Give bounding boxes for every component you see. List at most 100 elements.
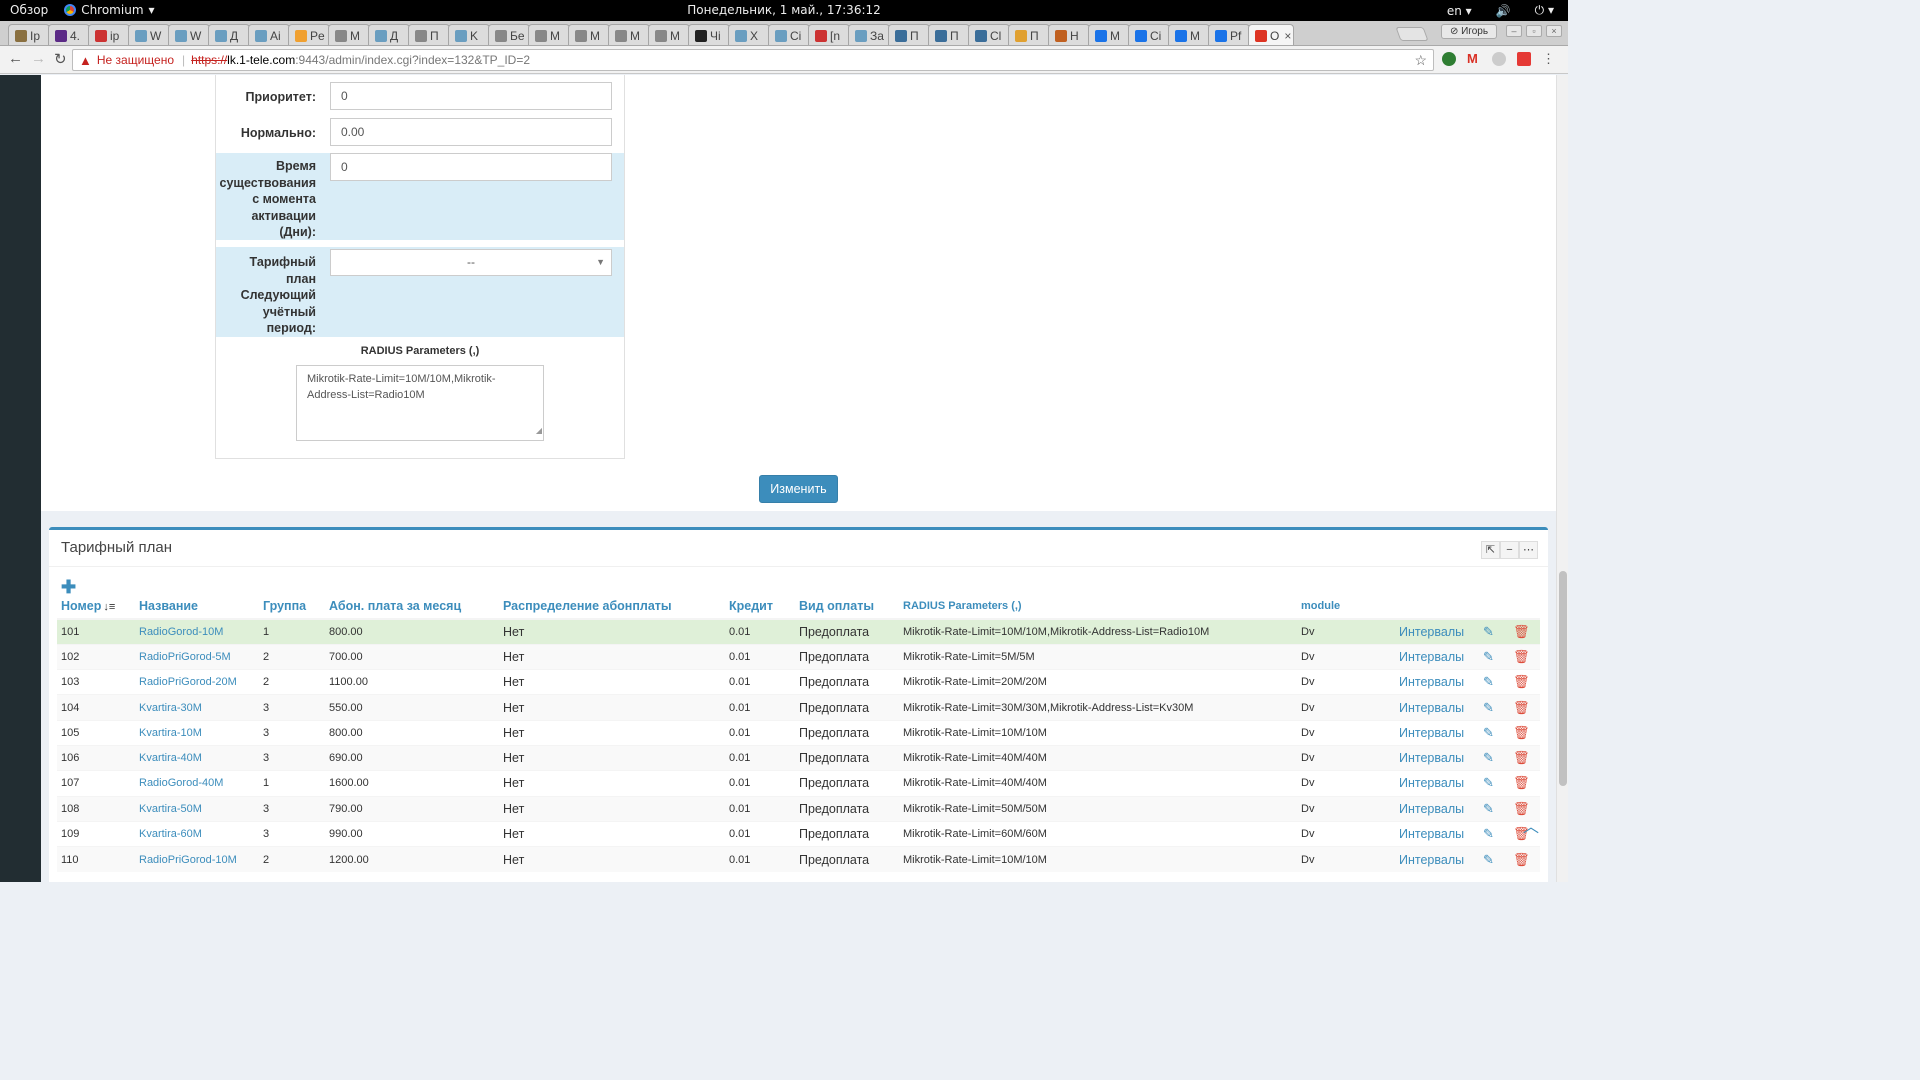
intervals-link[interactable]: Интервалы [1395,770,1479,797]
intervals-link[interactable]: Интервалы [1395,643,1479,670]
browser-tab[interactable]: П [928,24,970,45]
edit-pencil-icon[interactable]: ✎ [1483,649,1494,664]
tariff-name-link[interactable]: Kvartira-30M [135,694,259,721]
edit-pencil-icon[interactable]: ✎ [1483,801,1494,816]
bookmark-star-icon[interactable]: ☆ [1414,52,1427,69]
export-icon[interactable]: ⇱ [1481,541,1500,559]
browser-tab[interactable]: [n [808,24,850,45]
col-module[interactable]: module [1297,594,1395,620]
forward-arrow-icon[interactable]: → [31,50,46,67]
browser-tab[interactable]: K [448,24,490,45]
extension-green-icon[interactable] [1442,52,1456,66]
delete-trash-icon[interactable]: 🗑 [1513,750,1530,765]
delete-trash-icon[interactable]: 🗑 [1513,649,1530,664]
browser-tab[interactable]: Ip [8,24,50,45]
edit-pencil-icon[interactable]: ✎ [1483,775,1494,790]
col-distribution[interactable]: Распределение абонплаты [499,594,725,620]
edit-pencil-icon[interactable]: ✎ [1483,750,1494,765]
tariff-name-link[interactable]: RadioGorod-40M [135,770,259,797]
change-button[interactable]: Изменить [759,475,838,503]
intervals-link[interactable]: Интервалы [1395,820,1479,847]
normal-input[interactable]: 0.00 [330,118,612,146]
intervals-link[interactable]: Интервалы [1395,795,1479,822]
tariff-name-link[interactable]: Kvartira-10M [135,719,259,746]
edit-pencil-icon[interactable]: ✎ [1483,852,1494,867]
address-bar[interactable]: ▲ Не защищено | https:// lk.1-tele.com :… [72,49,1434,71]
close-tab-icon[interactable]: × [1284,29,1291,43]
browser-tab[interactable]: Pf [1208,24,1250,45]
browser-tab[interactable]: M [568,24,610,45]
browser-tab[interactable]: Д [208,24,250,45]
radius-params-textarea[interactable]: Mikrotik-Rate-Limit=10M/10M,Mikrotik-Add… [296,365,544,441]
close-window-button[interactable]: × [1546,25,1562,37]
reload-icon[interactable]: ↻ [54,50,67,68]
tariff-name-link[interactable]: Kvartira-40M [135,744,259,771]
page-scrollbar[interactable] [1556,75,1568,882]
intervals-link[interactable]: Интервалы [1395,669,1479,695]
col-radius[interactable]: RADIUS Parameters (,) [899,594,1297,620]
profile-button[interactable]: ⊘ Игорь [1441,24,1497,39]
browser-tab[interactable]: Н [1048,24,1090,45]
browser-tab[interactable]: M [1168,24,1210,45]
notification-extension-icon[interactable] [1517,52,1531,66]
browser-tab[interactable]: W [168,24,210,45]
browser-tab[interactable]: Х [728,24,770,45]
edit-pencil-icon[interactable]: ✎ [1483,624,1494,639]
browser-tab[interactable]: Сі [1128,24,1170,45]
resize-grip-icon[interactable]: ◢ [536,423,542,439]
delete-trash-icon[interactable]: 🗑 [1513,674,1530,689]
tariff-name-link[interactable]: RadioPriGorod-5M [135,643,259,670]
edit-pencil-icon[interactable]: ✎ [1483,826,1494,841]
browser-tab[interactable]: Pe [288,24,330,45]
delete-trash-icon[interactable]: 🗑 [1513,852,1530,867]
col-name[interactable]: Название [135,594,259,620]
sort-icon[interactable]: ↓≡ [103,601,115,613]
browser-tab[interactable]: M [648,24,690,45]
col-number[interactable]: Номер ↓≡ [57,594,135,620]
intervals-link[interactable]: Интервалы [1395,744,1479,771]
browser-tab[interactable]: За [848,24,890,45]
menu-dots-icon[interactable]: ⋮ [1542,52,1556,66]
priority-input[interactable]: 0 [330,82,612,110]
new-tab-button[interactable] [1395,27,1429,41]
scroll-to-top-icon[interactable]: ︿ [1523,813,1539,837]
browser-tab[interactable]: Сі [768,24,810,45]
lifetime-input[interactable]: 0 [330,153,612,181]
tariff-name-link[interactable]: RadioPriGorod-10M [135,846,259,872]
browser-tab[interactable]: О × [1248,24,1294,45]
col-credit[interactable]: Кредит [725,594,795,620]
browser-tab[interactable]: Чі [688,24,730,45]
maximize-button[interactable]: ▫ [1526,25,1542,37]
browser-tab[interactable]: П [408,24,450,45]
browser-tab[interactable]: W [128,24,170,45]
edit-pencil-icon[interactable]: ✎ [1483,674,1494,689]
browser-tab[interactable]: M [528,24,570,45]
browser-tab[interactable]: П [1008,24,1050,45]
tariff-name-link[interactable]: Kvartira-60M [135,820,259,847]
power-icon[interactable]: ⏻ ▾ [1535,3,1554,18]
tariff-name-link[interactable]: RadioGorod-10M [135,618,259,645]
minimize-button[interactable]: – [1506,25,1522,37]
browser-tab[interactable]: M [1088,24,1130,45]
clock[interactable]: Понедельник, 1 май., 17:36:12 [0,3,1568,17]
edit-pencil-icon[interactable]: ✎ [1483,700,1494,715]
insecure-label[interactable]: Не защищено [97,53,174,67]
intervals-link[interactable]: Интервалы [1395,719,1479,746]
gmail-icon[interactable]: M [1467,52,1481,66]
edit-pencil-icon[interactable]: ✎ [1483,725,1494,740]
collapse-icon[interactable]: − [1500,541,1519,559]
tariff-name-link[interactable]: Kvartira-50M [135,795,259,822]
delete-trash-icon[interactable]: 🗑 [1513,700,1530,715]
extension-gray-icon[interactable] [1492,52,1506,66]
delete-trash-icon[interactable]: 🗑 [1513,775,1530,790]
more-icon[interactable]: ⋯ [1519,541,1538,559]
browser-tab[interactable]: Бе [488,24,530,45]
browser-tab[interactable]: M [328,24,370,45]
browser-tab[interactable]: Д [368,24,410,45]
browser-tab[interactable]: ip [88,24,130,45]
browser-tab[interactable]: Ai [248,24,290,45]
next-tariff-select[interactable]: -- ▼ [330,249,612,276]
intervals-link[interactable]: Интервалы [1395,694,1479,721]
delete-trash-icon[interactable]: 🗑 [1513,725,1530,740]
scrollbar-thumb[interactable] [1559,571,1567,786]
